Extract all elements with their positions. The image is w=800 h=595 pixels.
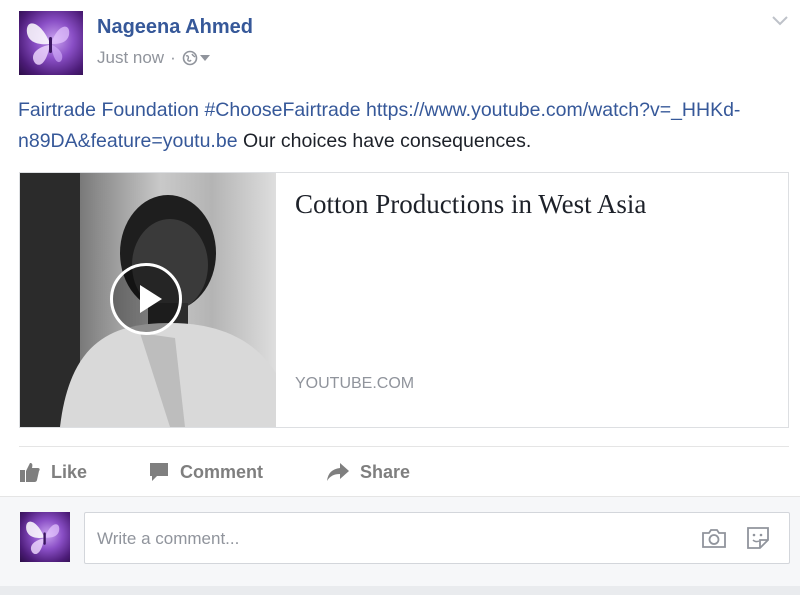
link-preview-card[interactable]: Cotton Productions in West Asia YOUTUBE.… [19,172,789,428]
comment-input[interactable] [95,513,689,565]
post-text: Fairtrade Foundation #ChooseFairtrade ht… [18,95,788,157]
post-options-chevron-icon[interactable] [770,14,790,30]
share-icon [327,463,349,481]
post-link-hashtag[interactable]: #ChooseFairtrade [204,99,360,121]
thumbs-up-icon [20,463,40,482]
share-button[interactable]: Share [326,458,410,486]
author-name[interactable]: Nageena Ahmed [97,16,253,39]
like-label: Like [51,461,88,482]
comment-input-wrapper [84,512,790,565]
chevron-down-icon [199,55,210,61]
sticker-icon[interactable] [745,525,771,551]
share-label: Share [360,461,411,482]
comment-icon [150,463,168,481]
comment-label: Comment [180,461,264,482]
camera-icon[interactable] [701,526,727,550]
author-avatar[interactable] [19,11,83,75]
feed-post: Nageena Ahmed Just now · Fairtrade Found… [0,0,800,595]
post-timestamp[interactable]: Just now [97,48,164,68]
post-meta: Just now · [97,48,210,68]
commenter-avatar[interactable] [20,512,70,562]
actions-divider [19,446,789,447]
post-link-page[interactable]: Fairtrade Foundation [18,99,199,121]
link-card-title[interactable]: Cotton Productions in West Asia [295,189,646,220]
comment-button[interactable]: Comment [148,458,263,486]
meta-separator: · [170,48,176,67]
globe-icon[interactable] [182,50,210,66]
link-card-domain: YOUTUBE.COM [295,375,415,392]
like-button[interactable]: Like [19,458,87,486]
feed-gap [0,586,800,595]
play-icon[interactable] [110,263,182,335]
video-thumbnail[interactable] [20,173,276,427]
post-text-plain: Our choices have consequences. [242,130,532,152]
